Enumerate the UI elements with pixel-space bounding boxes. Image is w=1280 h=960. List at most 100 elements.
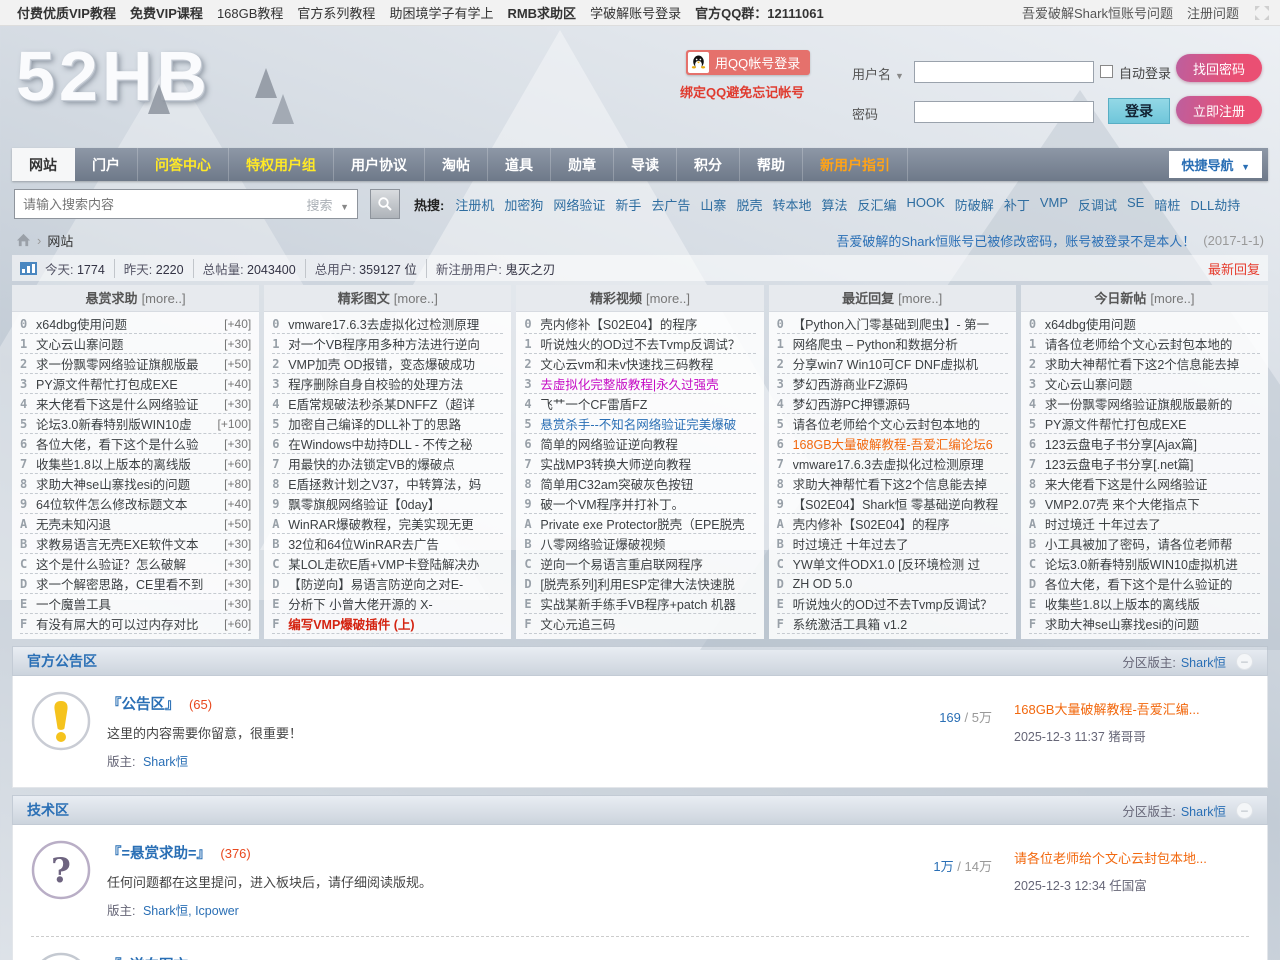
hot-search-link[interactable]: HOOK xyxy=(907,195,945,214)
thread-link[interactable]: 逆向一个易语言重启联网程序 xyxy=(540,554,751,573)
thread-link[interactable]: 论坛3.0新春特别版WIN10虚 xyxy=(36,414,214,433)
auto-login-checkbox[interactable] xyxy=(1100,65,1113,78)
thread-link[interactable]: 文心云山寨问题 xyxy=(1045,374,1256,393)
hot-search-link[interactable]: 算法 xyxy=(821,195,847,214)
thread-link[interactable]: 这个是什么验证？怎么破解 xyxy=(36,554,220,573)
section-title[interactable]: 技术区 xyxy=(27,800,69,820)
thread-link[interactable]: 用最快的办法锁定VB的爆破点 xyxy=(288,454,499,473)
topbar-link[interactable]: 免费VIP课程 xyxy=(130,3,203,22)
thread-link[interactable]: 求助大神帮忙看下这2个信息能去掉 xyxy=(793,474,1004,493)
thread-link[interactable]: 加密自己编译的DLL补丁的思路 xyxy=(288,414,499,433)
forum-name-link[interactable]: 『公告区』 xyxy=(107,697,180,713)
hot-search-link[interactable]: 反调试 xyxy=(1078,195,1117,214)
thread-link[interactable]: PY源文件帮忙打包成EXE xyxy=(1045,414,1256,433)
topbar-link[interactable]: 官方QQ群：12111061 xyxy=(695,3,824,22)
thread-link[interactable]: ZH OD 5.0 xyxy=(793,577,1004,591)
thread-link[interactable]: 123云盘电子书分享[Ajax篇] xyxy=(1045,434,1256,453)
moderator-link[interactable]: Shark恒, Icpower xyxy=(143,904,239,918)
thread-link[interactable]: 一个魔兽工具 xyxy=(36,594,220,613)
thread-link[interactable]: 168GB大量破解教程-吾爱汇编论坛6 xyxy=(793,434,1004,453)
thread-link[interactable]: 悬赏杀手--不知名网络验证完美爆破 xyxy=(540,414,751,433)
topbar-link[interactable]: 官方系列教程 xyxy=(297,3,375,22)
hot-search-link[interactable]: 加密狗 xyxy=(504,195,543,214)
hot-search-link[interactable]: 去广告 xyxy=(651,195,690,214)
more-link[interactable]: [more..] xyxy=(142,291,186,306)
thread-link[interactable]: 求一个解密思路，CE里看不到 xyxy=(36,574,220,593)
thread-link[interactable]: 有没有屌大的可以过内存对比 xyxy=(36,614,220,633)
hot-search-link[interactable]: 暗桩 xyxy=(1154,195,1180,214)
forum-name-link[interactable]: 『=悬赏求助=』 xyxy=(107,846,211,862)
home-icon[interactable] xyxy=(16,233,31,247)
hot-search-link[interactable]: 注册机 xyxy=(455,195,494,214)
thread-link[interactable]: 32位和64位WinRAR去广告 xyxy=(288,534,499,553)
more-link[interactable]: [more..] xyxy=(394,291,438,306)
thread-link[interactable]: Private exe Protector脱壳（EPE脱壳 xyxy=(540,514,751,533)
thread-link[interactable]: 123云盘电子书分享[.net篇] xyxy=(1045,454,1256,473)
thread-link[interactable]: 梦幻西游PC押镖源码 xyxy=(793,394,1004,413)
thread-link[interactable]: 【Python入门零基础到爬虫】- 第一 xyxy=(793,314,1004,333)
thread-link[interactable]: 求助大神se山寨找esi的问题 xyxy=(1045,614,1256,633)
quick-nav-button[interactable]: 快捷导航 ▼ xyxy=(1169,151,1262,178)
thread-link[interactable]: 简单用C32am突破灰色按钮 xyxy=(540,474,751,493)
announcement-icon[interactable] xyxy=(31,691,91,751)
thread-link[interactable]: 分享win7 Win10可CF DNF虚拟机 xyxy=(793,354,1004,373)
username-dropdown-icon[interactable]: ▼ xyxy=(895,71,904,81)
thread-link[interactable]: 时过境迁 十年过去了 xyxy=(1045,514,1256,533)
topbar-link[interactable]: RMB求助区 xyxy=(507,3,576,22)
thread-link[interactable]: 破一个VM程序并打补丁。 xyxy=(540,494,751,513)
thread-link[interactable]: 飘零旗舰网络验证【0day】 xyxy=(288,494,499,513)
section-moderator-link[interactable]: Shark恒 xyxy=(1181,801,1226,820)
thread-link[interactable]: 壳内修补【S02E04】的程序 xyxy=(793,514,1004,533)
thread-link[interactable]: x64dbg使用问题 xyxy=(1045,314,1256,333)
search-type-select[interactable]: 搜索 ▼ xyxy=(298,195,357,214)
topbar-link[interactable]: 168GB教程 xyxy=(217,3,283,22)
thread-link[interactable]: 文心云山寨问题 xyxy=(36,334,220,353)
nav-tab[interactable]: 特权用户组 xyxy=(229,148,334,181)
thread-link[interactable]: 小工具被加了密码，请各位老师帮 xyxy=(1045,534,1256,553)
thread-link[interactable]: 64位软件怎么修改标题文本 xyxy=(36,494,220,513)
nav-tab[interactable]: 新用户指引 xyxy=(803,148,908,181)
nav-tab[interactable]: 导读 xyxy=(614,148,677,181)
more-link[interactable]: [more..] xyxy=(898,291,942,306)
thread-link[interactable]: 飞艹一个CF雷盾FZ xyxy=(540,394,751,413)
thread-link[interactable]: 求助大神se山寨找esi的问题 xyxy=(36,474,220,493)
thread-link[interactable]: 程序删除自身自校验的处理方法 xyxy=(288,374,499,393)
section-moderator-link[interactable]: Shark恒 xyxy=(1181,652,1226,671)
search-input[interactable] xyxy=(15,197,298,212)
nav-tab[interactable]: 淘帖 xyxy=(425,148,488,181)
topbar-link[interactable]: 付费优质VIP教程 xyxy=(17,3,116,22)
site-logo[interactable]: 52HB xyxy=(16,36,211,116)
topbar-right-link[interactable]: 注册问题 xyxy=(1187,3,1239,22)
help-icon[interactable]: ? xyxy=(31,840,91,900)
section-title[interactable]: 官方公告区 xyxy=(27,651,97,671)
thread-link[interactable]: 简单的网络验证逆向教程 xyxy=(540,434,751,453)
hot-search-link[interactable]: 脱壳 xyxy=(736,195,762,214)
thread-link[interactable]: 八零网络验证爆破视频 xyxy=(540,534,751,553)
thread-link[interactable]: 编写VMP爆破插件 (上) xyxy=(288,614,499,633)
nav-tab[interactable]: 道具 xyxy=(488,148,551,181)
more-link[interactable]: [more..] xyxy=(646,291,690,306)
thread-link[interactable]: 【S02E04】Shark恒 零基础逆向教程 xyxy=(793,494,1004,513)
thread-link[interactable]: VMP2.07壳 来个大佬指点下 xyxy=(1045,494,1256,513)
register-button[interactable]: 立即注册 xyxy=(1176,96,1262,124)
thread-link[interactable]: 各位大佬，看下这个是什么验 xyxy=(36,434,220,453)
moderator-link[interactable]: Shark恒 xyxy=(143,755,188,769)
thread-link[interactable]: x64dbg使用问题 xyxy=(36,314,220,333)
last-post-link[interactable]: 请各位老师给个文心云封包本地... xyxy=(1014,851,1207,866)
hot-search-link[interactable]: 防破解 xyxy=(955,195,994,214)
thread-link[interactable]: 某LOL走砍E盾+VMP卡登陆解决办 xyxy=(288,554,499,573)
site-notice-link[interactable]: 吾爱破解的Shark恒账号已被修改密码，账号被登录不是本人！ xyxy=(836,231,1195,250)
nav-tab[interactable]: 帮助 xyxy=(740,148,803,181)
qq-login-button[interactable]: 用QQ帐号登录 xyxy=(686,50,810,75)
thread-link[interactable]: 请各位老师给个文心云封包本地的 xyxy=(793,414,1004,433)
hot-search-link[interactable]: 山寨 xyxy=(700,195,726,214)
hot-search-link[interactable]: 反汇编 xyxy=(857,195,896,214)
thread-link[interactable]: VMP加壳 OD报错，变态爆破成功 xyxy=(288,354,499,373)
thread-link[interactable]: E盾常规破法秒杀某DNFFZ（超详 xyxy=(288,394,499,413)
last-post-link[interactable]: 168GB大量破解教程-吾爱汇编... xyxy=(1014,702,1200,717)
thread-link[interactable]: vmware17.6.3去虚拟化过检测原理 xyxy=(288,314,499,333)
thread-link[interactable]: [脱壳系列]利用ESP定律大法快速脱 xyxy=(540,574,751,593)
nav-tab[interactable]: 问答中心 xyxy=(138,148,229,181)
password-input[interactable] xyxy=(914,101,1094,123)
hot-search-link[interactable]: 新手 xyxy=(615,195,641,214)
